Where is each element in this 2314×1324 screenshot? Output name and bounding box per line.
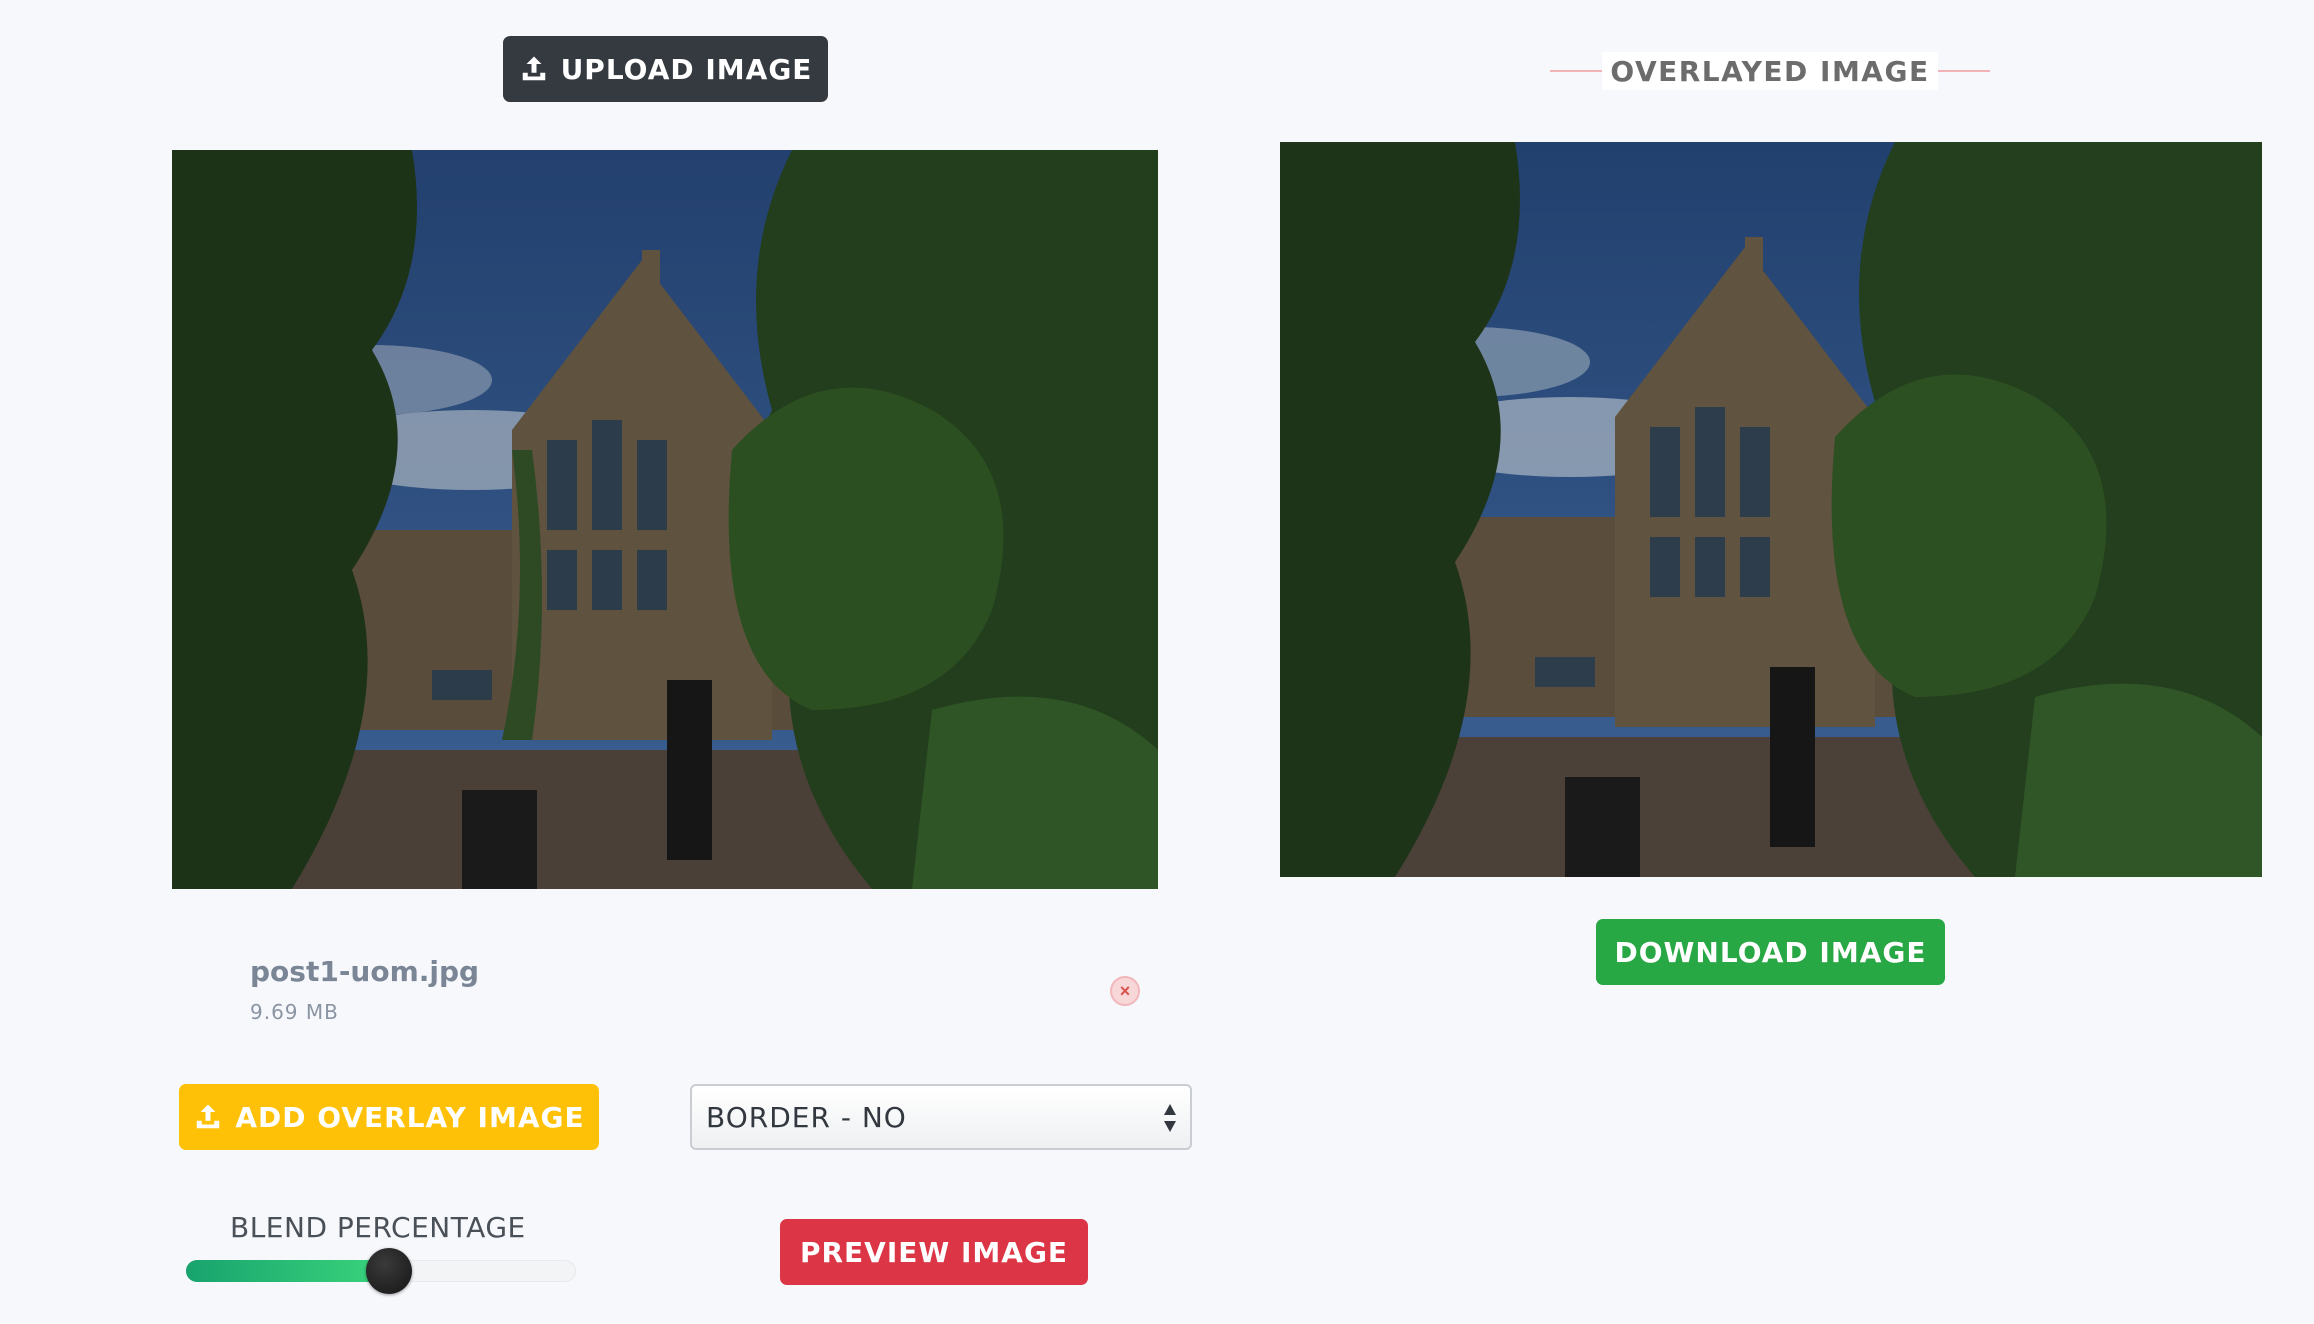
add-overlay-image-button[interactable]: ADD OVERLAY IMAGE (179, 1084, 599, 1150)
border-select-value: BORDER - NO (706, 1100, 907, 1134)
preview-image-label: PREVIEW IMAGE (799, 1235, 1069, 1269)
preview-image-button[interactable]: PREVIEW IMAGE (780, 1219, 1088, 1285)
border-select[interactable]: BORDER - NO (690, 1084, 1192, 1150)
overlayed-image-title: OVERLAYED IMAGE (1602, 52, 1938, 90)
file-name: post1-uom.jpg (250, 955, 480, 988)
select-arrows-icon (1164, 1104, 1176, 1132)
upload-icon (522, 56, 545, 81)
add-overlay-image-label: ADD OVERLAY IMAGE (235, 1100, 585, 1134)
remove-file-button[interactable]: × (1110, 976, 1140, 1006)
source-image-preview (172, 150, 1158, 889)
download-image-button[interactable]: DOWNLOAD IMAGE (1596, 919, 1945, 985)
file-size: 9.69 MB (250, 1000, 339, 1024)
upload-image-label: UPLOAD IMAGE (560, 52, 813, 86)
upload-image-button[interactable]: UPLOAD IMAGE (503, 36, 828, 102)
heading-divider-right (1938, 70, 1990, 72)
blend-percentage-label: BLEND PERCENTAGE (230, 1211, 526, 1244)
slider-thumb[interactable] (365, 1248, 412, 1294)
heading-divider-left (1550, 70, 1602, 72)
slider-fill (186, 1260, 389, 1282)
overlayed-image-preview (1280, 142, 2262, 877)
download-image-label: DOWNLOAD IMAGE (1614, 935, 1927, 969)
image-overlay-page: UPLOAD IMAGE post1-uom.jpg 9.69 MB × ADD… (0, 0, 2314, 1324)
overlayed-image-heading: OVERLAYED IMAGE (1550, 48, 1990, 94)
blend-percentage-slider[interactable] (186, 1248, 576, 1294)
close-circle-icon: × (1119, 981, 1131, 1001)
upload-icon (197, 1104, 220, 1129)
